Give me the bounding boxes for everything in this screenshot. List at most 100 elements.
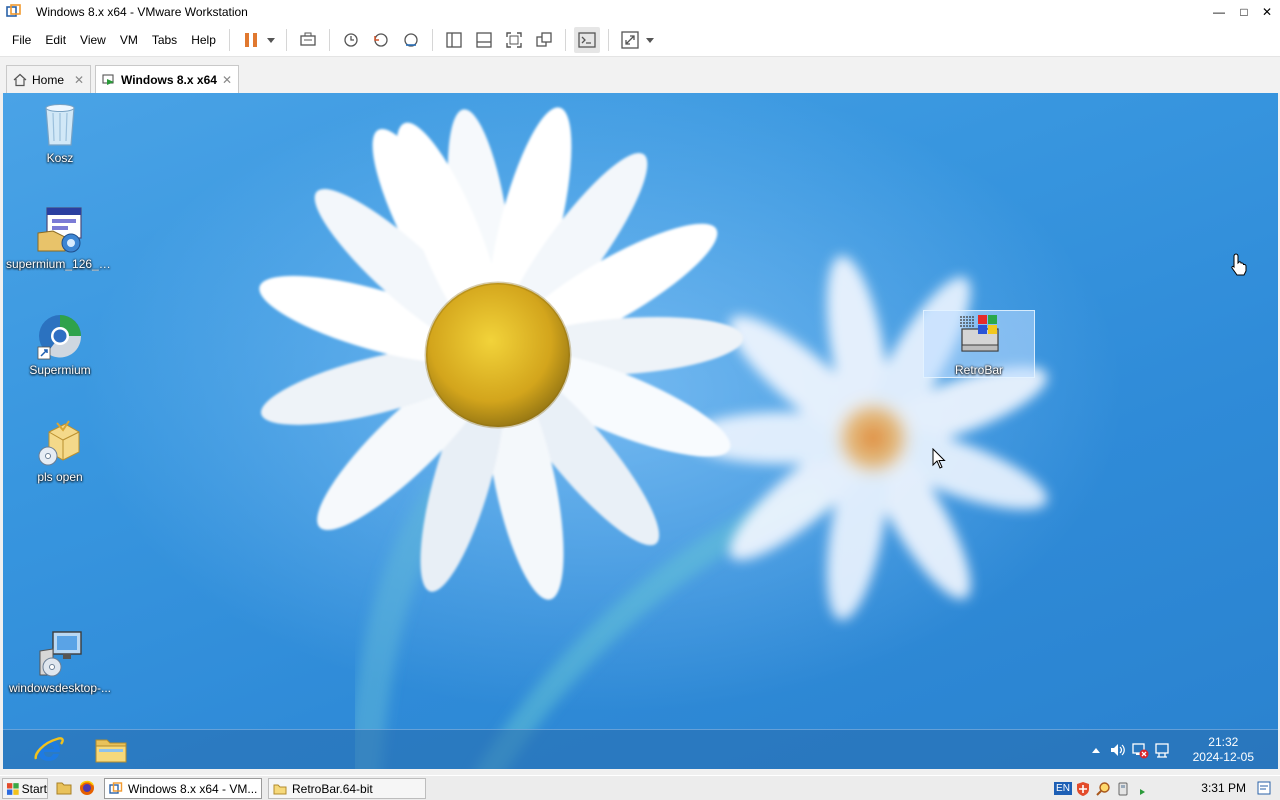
guest-date: 2024-12-05 [1192,750,1254,764]
desktop-icon-retrobar[interactable]: RetroBar [923,310,1035,378]
desktop-icon-label: windowsdesktop-... [8,681,112,695]
guest-taskbar: 21:32 2024-12-05 [3,729,1278,769]
pinned-file-explorer[interactable] [88,732,134,768]
tab-bar: Home ✕ Windows 8.x x64 ✕ [0,57,1280,94]
vm-display[interactable]: Kosz supermium_126_64... Supermium pls o… [3,93,1278,769]
language-label: EN [1054,782,1072,795]
desktop-icon-label: pls open [37,470,83,484]
power-dropdown[interactable] [266,27,276,53]
chevron-up-icon [1092,748,1100,753]
desktop-icon-kosz[interactable]: Kosz [4,99,116,165]
security-tray-button[interactable] [1073,780,1093,798]
pause-icon [244,33,257,47]
thumbnail-bar-icon [476,32,492,48]
tab-home-close-icon[interactable]: ✕ [74,73,84,87]
host-taskbar: Start Windows 8.x x64 - VM... RetroBar.6… [0,775,1280,800]
guest-clock[interactable]: 21:32 2024-12-05 [1193,735,1254,765]
guest-time: 21:32 [1208,735,1239,749]
recycle-bin-icon [45,104,75,146]
host-clock[interactable]: 3:31 PM [1201,781,1246,795]
arrow-cursor-icon [932,448,946,469]
thumbnail-bar-button[interactable] [471,27,497,53]
library-panel-icon [446,32,462,48]
pinned-internet-explorer[interactable] [26,732,72,768]
toolbar-separator [431,29,433,51]
search-icon [1096,781,1110,796]
desktop-icon-supermium-installer[interactable]: supermium_126_64... [4,205,116,271]
supermium-browser-icon [37,315,82,360]
tab-vm-close-icon[interactable]: ✕ [222,73,232,87]
device-tray-button[interactable] [1113,780,1133,798]
media-tray-button[interactable] [1133,780,1153,798]
play-icon [1140,788,1145,795]
close-button[interactable]: ✕ [1254,0,1280,24]
snapshot-button[interactable] [338,27,364,53]
taskbar-button-label: RetroBar.64-bit [292,781,373,796]
chevron-down-icon [266,37,275,43]
menu-view[interactable]: View [73,28,113,52]
revert-icon [374,33,388,47]
title-bar: Windows 8.x x64 - VMware Workstation — □… [0,0,1280,24]
toolbar-separator [285,29,287,51]
vmware-app-icon [6,4,21,17]
send-ctrl-alt-del-button[interactable] [295,27,321,53]
menu-tabs[interactable]: Tabs [145,28,184,52]
toolbar-separator [328,29,330,51]
guest-system-tray [1085,730,1173,769]
security-shield-icon [1077,781,1089,796]
tab-home[interactable]: Home ✕ [6,65,91,93]
stretch-guest-button[interactable] [617,27,643,53]
show-library-button[interactable] [441,27,467,53]
snapshot-icon [344,33,358,47]
vm-icon [102,74,114,85]
desktop-icon-pls-open[interactable]: pls open [4,418,116,484]
start-button[interactable]: Start [2,778,48,799]
volume-button[interactable] [1107,739,1129,761]
taskbar-button-retrobar[interactable]: RetroBar.64-bit [268,778,426,799]
toolbar-separator [228,29,230,51]
notification-icon[interactable] [1257,781,1271,795]
show-hidden-icons-button[interactable] [1085,739,1107,761]
menu-file[interactable]: File [5,28,38,52]
unity-button[interactable] [531,27,557,53]
pause-button[interactable] [238,27,264,53]
hand-cursor-icon [1231,253,1247,276]
search-tray-button[interactable] [1093,780,1113,798]
action-center-button[interactable] [1151,739,1173,761]
action-center-icon [1155,743,1169,758]
desktop-icon-label: Kosz [46,151,74,165]
tab-home-label: Home [32,72,65,87]
snapshot-manager-button[interactable] [398,27,424,53]
toolbar-separator [607,29,609,51]
window-title: Windows 8.x x64 - VMware Workstation [36,5,248,19]
unity-icon [536,32,552,47]
menu-edit[interactable]: Edit [38,28,73,52]
snapshot-manager-icon [404,33,418,47]
menu-vm[interactable]: VM [113,28,145,52]
toolbar-separator [564,29,566,51]
full-screen-button[interactable] [501,27,527,53]
desktop-icon-label: Supermium [29,363,91,377]
language-indicator[interactable]: EN [1053,780,1073,798]
menu-bar: File Edit View VM Tabs Help [0,24,1280,57]
desktop-icon-supermium[interactable]: Supermium [4,311,116,377]
quick-launch-firefox-icon[interactable] [79,780,95,796]
revert-snapshot-button[interactable] [368,27,394,53]
desktop-icon-label: RetroBar [954,363,1004,377]
quick-launch-explorer-icon[interactable] [56,780,72,796]
daisy-wallpaper [83,93,1123,769]
desktop-icon-windowsdesktop[interactable]: windowsdesktop-... [4,629,116,695]
network-x-icon [1132,743,1149,759]
windows-logo-icon [6,782,19,795]
desktop-icon-label: supermium_126_64... [6,257,116,271]
network-button[interactable] [1129,739,1151,761]
console-view-button[interactable] [573,27,600,53]
menu-help[interactable]: Help [184,28,223,52]
taskbar-button-vmware[interactable]: Windows 8.x x64 - VM... [104,778,262,799]
vmware-app-icon [109,781,123,794]
internet-explorer-icon [34,737,64,761]
package-icon [38,420,80,466]
minimize-button[interactable]: — [1206,0,1232,24]
tab-windows-8x-x64[interactable]: Windows 8.x x64 ✕ [95,65,239,94]
stretch-dropdown[interactable] [645,27,655,53]
